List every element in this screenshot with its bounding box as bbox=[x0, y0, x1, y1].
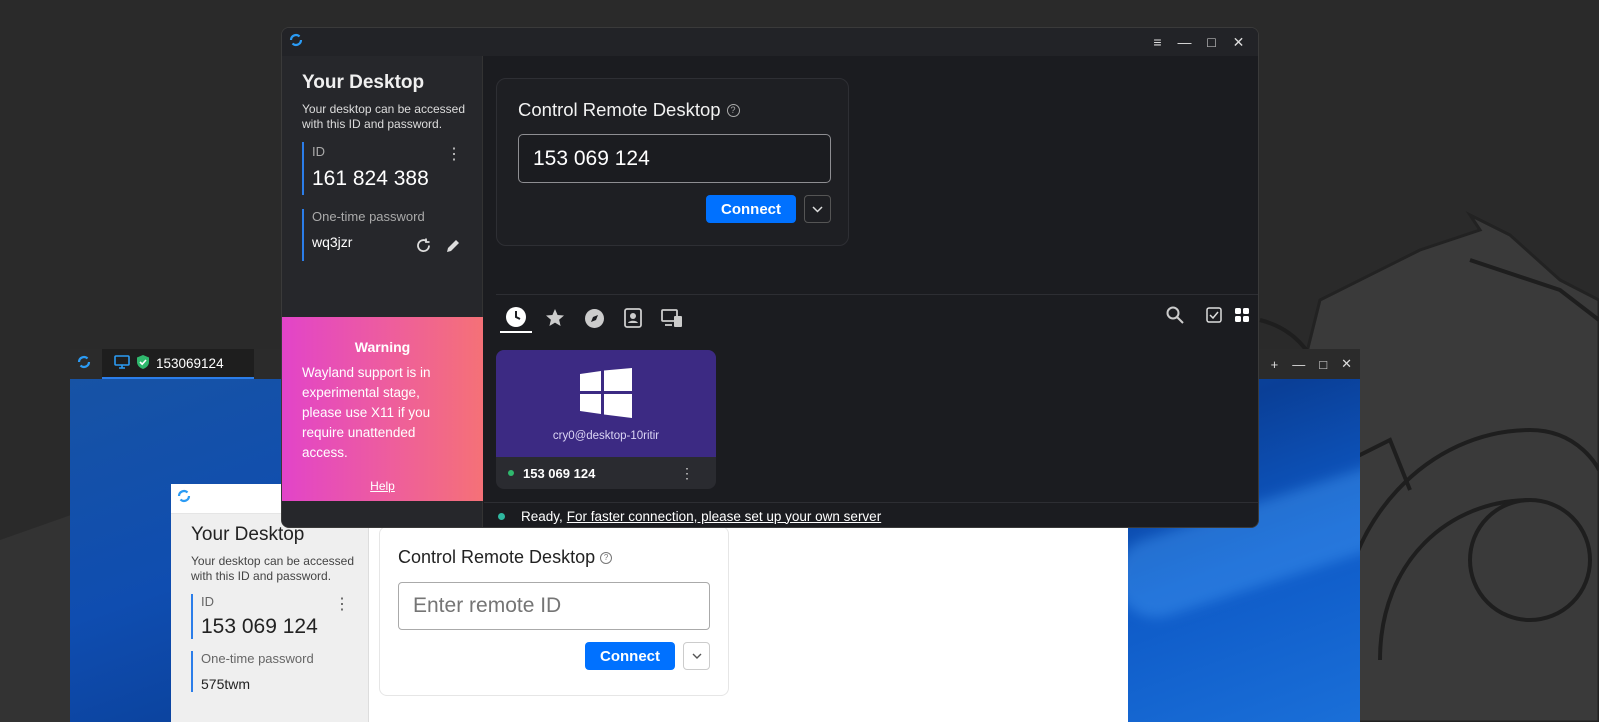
connect-options-button[interactable] bbox=[804, 195, 831, 223]
remote-password-value: 575twm bbox=[201, 676, 251, 692]
help-icon[interactable]: ? bbox=[726, 103, 740, 117]
shield-check-icon bbox=[136, 354, 150, 373]
remote-id-value: 153 069 124 bbox=[201, 615, 318, 638]
peer-id: 153 069 124 bbox=[523, 465, 596, 481]
peer-footer: 153 069 124 ⋮ bbox=[496, 457, 716, 489]
rustdesk-logo-icon bbox=[288, 32, 304, 53]
main-content: Control Remote Desktop? Connect bbox=[484, 56, 1258, 527]
tab-discovered[interactable] bbox=[578, 303, 610, 333]
rustdesk-logo-icon bbox=[76, 354, 92, 375]
wayland-warning: Warning Wayland support is in experiment… bbox=[282, 317, 483, 501]
online-status-icon bbox=[508, 470, 514, 476]
help-link[interactable]: Help bbox=[302, 479, 463, 493]
connect-button[interactable]: Connect bbox=[585, 642, 675, 670]
control-remote-title: Control Remote Desktop? bbox=[518, 99, 828, 121]
connect-options-button[interactable] bbox=[683, 642, 710, 670]
accessible-devices-icon bbox=[661, 309, 682, 327]
close-icon[interactable]: ✕ bbox=[1341, 356, 1352, 372]
rustdesk-main-window: ≡ — □ ✕ Your Desktop Your desktop can be… bbox=[281, 27, 1259, 528]
minimize-icon[interactable]: — bbox=[1292, 357, 1305, 372]
setup-server-link[interactable]: For faster connection, please set up you… bbox=[567, 509, 881, 524]
peer-thumbnail: cry0@desktop-10ritir bbox=[496, 350, 716, 457]
address-book-icon bbox=[624, 308, 642, 328]
discovered-icon bbox=[584, 308, 604, 328]
peer-tabs bbox=[500, 303, 688, 333]
help-icon[interactable]: ? bbox=[600, 552, 613, 565]
plus-icon[interactable]: + bbox=[1271, 357, 1279, 372]
id-label: ID bbox=[312, 144, 325, 159]
id-block: ID ⋮ 161 824 388 bbox=[302, 142, 462, 195]
chevron-down-icon bbox=[812, 205, 823, 213]
control-remote-card: Control Remote Desktop? Connect bbox=[496, 78, 849, 246]
warning-body: Wayland support is in experimental stage… bbox=[302, 365, 431, 460]
section-divider bbox=[496, 294, 1258, 295]
remote-sidebar-desc: Your desktop can be accessed with this I… bbox=[191, 554, 355, 583]
close-icon[interactable]: ✕ bbox=[1225, 34, 1252, 51]
status-text: Ready, bbox=[521, 508, 563, 524]
connect-actions: Connect bbox=[518, 195, 831, 223]
remote-app-sidebar: Your Desktop Your desktop can be accesse… bbox=[171, 514, 369, 722]
connect-button[interactable]: Connect bbox=[706, 195, 796, 223]
more-options-icon[interactable]: ⋮ bbox=[446, 144, 462, 164]
refresh-icon[interactable] bbox=[415, 237, 432, 260]
more-options-icon[interactable]: ⋮ bbox=[680, 465, 694, 482]
peer-username: cry0@desktop-10ritir bbox=[552, 430, 660, 442]
remote-id-block: ID ⋮ 153 069 124 bbox=[191, 594, 368, 639]
menu-icon[interactable]: ≡ bbox=[1144, 34, 1171, 50]
remote-password-block: One-time password 575twm bbox=[191, 651, 368, 692]
remote-control-title: Control Remote Desktop ? bbox=[398, 547, 710, 568]
peer-view-tools bbox=[1166, 306, 1250, 329]
ready-status-icon bbox=[498, 512, 505, 520]
warning-title: Warning bbox=[354, 339, 411, 355]
sidebar-description: Your desktop can be accessed with this I… bbox=[302, 102, 466, 131]
tab-recent[interactable] bbox=[500, 303, 532, 333]
main-titlebar: ≡ — □ ✕ bbox=[282, 28, 1258, 56]
password-block: One-time password wq3jzr bbox=[302, 209, 462, 261]
search-icon[interactable] bbox=[1166, 306, 1184, 329]
edit-icon[interactable] bbox=[444, 237, 462, 260]
monitor-icon bbox=[114, 354, 130, 372]
minimize-icon[interactable]: — bbox=[1171, 34, 1198, 50]
grid-view-icon[interactable] bbox=[1234, 307, 1250, 328]
chevron-down-icon bbox=[692, 653, 701, 659]
favorites-icon bbox=[546, 309, 564, 326]
session-tab-label: 153069124 bbox=[156, 355, 224, 371]
remote-id-input[interactable] bbox=[518, 134, 831, 183]
more-options-icon[interactable]: ⋮ bbox=[334, 594, 350, 614]
peer-card[interactable]: cry0@desktop-10ritir 153 069 124 ⋮ bbox=[496, 350, 716, 489]
sidebar-title: Your Desktop bbox=[302, 72, 425, 93]
window-controls: ≡ — □ ✕ bbox=[1144, 28, 1252, 56]
remote-control-actions: Connect bbox=[398, 642, 710, 670]
windows-icon bbox=[580, 368, 632, 418]
sidebar: Your Desktop Your desktop can be accesse… bbox=[282, 56, 483, 527]
remote-id-input[interactable] bbox=[398, 582, 710, 630]
tab-favorites[interactable] bbox=[539, 303, 571, 333]
maximize-icon[interactable]: □ bbox=[1319, 357, 1327, 372]
id-value: 161 824 388 bbox=[312, 167, 429, 190]
remote-control-card: Control Remote Desktop ? Connect bbox=[379, 526, 729, 696]
tab-address-book[interactable] bbox=[617, 303, 649, 333]
tab-accessible-devices[interactable] bbox=[656, 303, 688, 333]
rustdesk-logo-icon bbox=[176, 488, 192, 509]
maximize-icon[interactable]: □ bbox=[1198, 34, 1225, 50]
select-checkbox-icon[interactable] bbox=[1206, 307, 1222, 328]
session-tab[interactable]: 153069124 bbox=[102, 349, 254, 379]
recent-sessions-icon bbox=[506, 307, 526, 327]
status-bar: Ready, For faster connection, please set… bbox=[484, 502, 1258, 527]
password-label: One-time password bbox=[312, 209, 425, 224]
remote-password-label: One-time password bbox=[201, 651, 314, 666]
remote-window-controls: + — □ ✕ bbox=[1271, 349, 1352, 379]
